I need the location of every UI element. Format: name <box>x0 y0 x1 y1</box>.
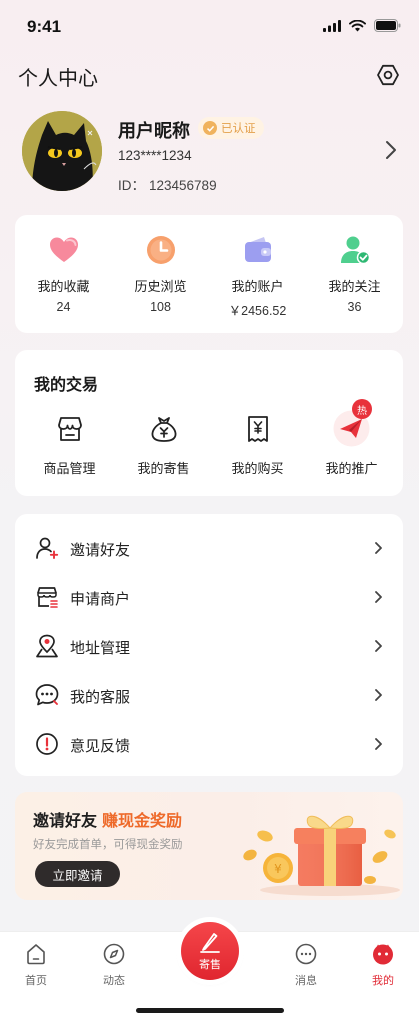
menu-card: 邀请好友 申请商户 地址管理 我的客服 意见反馈 <box>15 514 403 776</box>
cat-avatar-image <box>22 111 102 191</box>
invite-promo-banner[interactable]: 邀请好友 赚现金奖励 好友完成首单，可得现金奖励 立即邀请 ¥ <box>15 792 403 900</box>
svg-text:¥: ¥ <box>274 862 282 876</box>
tab-messages[interactable]: 消息 <box>276 938 336 992</box>
profile-chevron-icon[interactable] <box>385 140 397 164</box>
menu-label: 意见反馈 <box>70 737 131 755</box>
status-time: 9:41 <box>27 17 62 36</box>
trade-label: 我的推广 <box>325 462 378 477</box>
chevron-right-icon <box>375 591 382 603</box>
user-id: ID： 123456789 <box>118 174 217 194</box>
trade-my-purchases[interactable]: 我的购买 <box>209 406 306 484</box>
tab-label: 我的 <box>372 974 394 987</box>
chevron-right-icon <box>375 689 382 701</box>
tab-home[interactable]: 首页 <box>6 938 66 992</box>
profile-icon <box>373 944 393 965</box>
stat-label: 我的关注 <box>328 280 381 295</box>
page-title: 个人中心 <box>18 66 98 90</box>
wifi-icon <box>349 19 366 31</box>
stat-value: 36 <box>347 300 362 314</box>
message-icon <box>295 943 317 965</box>
trade-label: 我的寄售 <box>137 462 190 477</box>
store-icon <box>51 410 88 447</box>
battery-icon <box>374 19 401 32</box>
stat-account[interactable]: 我的账户 ￥2456.52 <box>209 215 306 333</box>
menu-label: 申请商户 <box>70 590 131 608</box>
status-icons <box>323 19 401 32</box>
home-indicator <box>136 1008 284 1013</box>
chevron-right-icon <box>375 640 382 652</box>
menu-label: 地址管理 <box>70 639 131 657</box>
stat-favorites[interactable]: 我的收藏 24 <box>15 215 112 333</box>
location-icon <box>36 634 58 658</box>
money-bag-icon <box>145 410 182 447</box>
verified-badge: 已认证 <box>198 117 264 139</box>
stat-history[interactable]: 历史浏览 108 <box>112 215 209 333</box>
trades-title: 我的交易 <box>34 375 99 394</box>
alert-icon <box>36 733 58 755</box>
tab-feed[interactable]: 动态 <box>84 938 144 992</box>
menu-label: 邀请好友 <box>70 541 131 559</box>
stat-following[interactable]: 我的关注 36 <box>306 215 403 333</box>
signal-icon <box>323 19 341 32</box>
wallet-icon <box>245 237 271 262</box>
menu-item-address-management[interactable]: 地址管理 <box>15 622 403 671</box>
stat-value: 108 <box>150 300 171 314</box>
trades-card: 我的交易 商品管理 我的寄售 我的购买 我的推广 <box>15 350 403 496</box>
nickname: 用户昵称 <box>118 121 190 142</box>
invite-now-button[interactable]: 立即邀请 <box>35 861 120 887</box>
settings-icon <box>377 64 399 86</box>
verified-label: 已认证 <box>221 121 256 135</box>
promo-highlight: 赚现金奖励 <box>102 811 183 830</box>
stat-value: 24 <box>56 300 71 314</box>
menu-item-apply-merchant[interactable]: 申请商户 <box>15 573 403 622</box>
tab-consign-button[interactable]: 寄售 <box>181 922 239 980</box>
stats-card: 我的收藏 24 历史浏览 108 我的账户 ￥2456.52 我的关注 36 <box>15 215 403 333</box>
tab-label: 消息 <box>295 974 317 987</box>
shop-icon <box>37 587 58 608</box>
tab-label: 动态 <box>103 974 125 987</box>
home-icon <box>27 944 45 965</box>
settings-button[interactable] <box>375 62 401 88</box>
menu-item-customer-service[interactable]: 我的客服 <box>15 671 403 720</box>
menu-item-feedback[interactable]: 意见反馈 <box>15 720 403 769</box>
promo-title: 邀请好友 <box>33 811 98 830</box>
compass-icon <box>103 943 125 965</box>
heart-icon <box>50 237 78 262</box>
trade-label: 我的购买 <box>231 462 284 477</box>
menu-item-invite-friends[interactable]: 邀请好友 <box>15 524 403 573</box>
trade-my-promotion[interactable]: 我的推广 <box>303 406 400 484</box>
stat-label: 历史浏览 <box>134 280 187 295</box>
tab-label: 首页 <box>25 974 47 987</box>
trade-label: 商品管理 <box>43 462 96 477</box>
phone-number: 123****1234 <box>118 148 192 163</box>
clock-icon <box>147 236 175 264</box>
chevron-right-icon <box>375 738 382 750</box>
trade-goods-management[interactable]: 商品管理 <box>21 406 118 484</box>
stat-label: 我的收藏 <box>37 280 90 295</box>
user-add-icon <box>36 537 59 559</box>
stat-label: 我的账户 <box>231 280 284 295</box>
chevron-right-icon <box>375 542 382 554</box>
edit-icon <box>200 933 220 953</box>
receipt-icon <box>239 410 276 447</box>
verified-check-icon <box>203 121 217 135</box>
user-id-value: 123456789 <box>149 178 217 193</box>
gift-box-icon: ¥ <box>243 815 400 896</box>
chat-icon <box>35 684 59 706</box>
menu-label: 我的客服 <box>70 688 131 706</box>
user-check-icon <box>341 236 371 265</box>
stat-value: ￥2456.52 <box>228 304 287 318</box>
trade-my-consignment[interactable]: 我的寄售 <box>115 406 212 484</box>
tab-label: 寄售 <box>199 958 221 971</box>
avatar[interactable] <box>22 111 102 191</box>
status-bar: 9:41 <box>0 0 419 52</box>
promo-subtitle: 好友完成首单，可得现金奖励 <box>33 837 183 851</box>
hot-badge: 热 <box>352 399 372 419</box>
user-id-label: ID： <box>118 178 145 193</box>
tab-profile[interactable]: 我的 <box>353 938 413 992</box>
